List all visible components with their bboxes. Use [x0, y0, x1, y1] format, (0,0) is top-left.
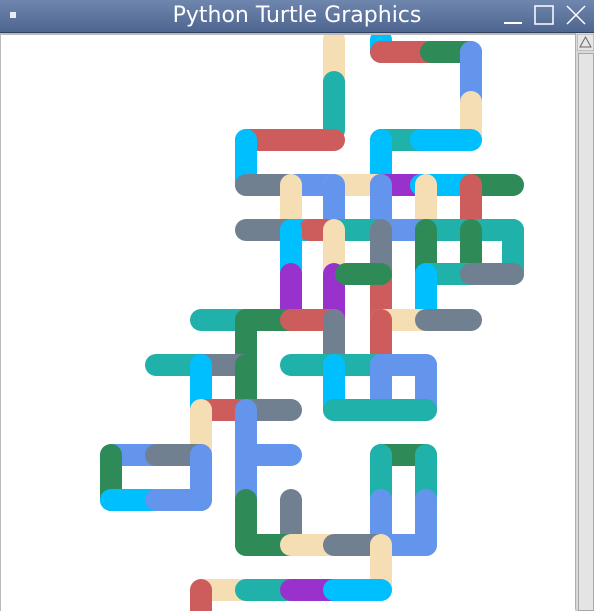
turtle-window: Python Turtle Graphics — [0, 0, 594, 611]
turtle-drawing — [100, 35, 524, 611]
maximize-icon[interactable] — [533, 4, 555, 26]
close-icon[interactable] — [565, 4, 587, 26]
turtle-canvas[interactable] — [0, 33, 575, 611]
scroll-up-arrow-icon[interactable] — [577, 34, 594, 51]
title-bar[interactable]: Python Turtle Graphics — [0, 0, 594, 33]
scrollbar-thumb[interactable] — [578, 53, 594, 611]
vertical-scrollbar[interactable] — [575, 33, 594, 611]
minimize-icon[interactable] — [502, 4, 524, 26]
